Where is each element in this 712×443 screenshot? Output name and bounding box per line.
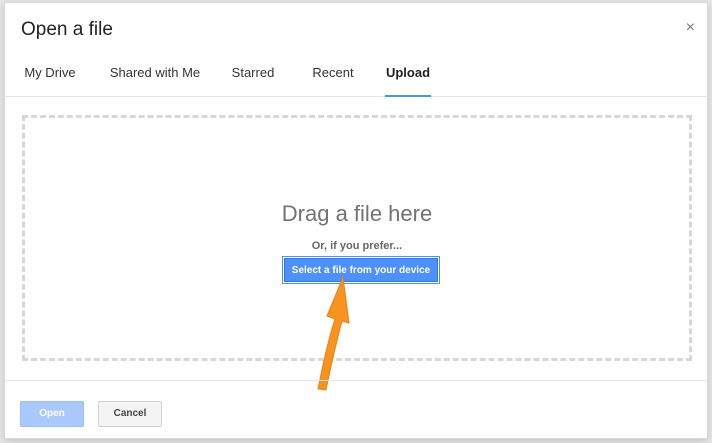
- prefer-text: Or, if you prefer...: [311, 240, 403, 252]
- tab-bar: My Drive Shared with Me Starred Recent U…: [5, 55, 707, 97]
- tab-recent[interactable]: Recent: [307, 55, 359, 97]
- close-icon[interactable]: ×: [686, 20, 695, 36]
- dialog-title: Open a file: [21, 19, 113, 40]
- cancel-button[interactable]: Cancel: [98, 401, 162, 427]
- tab-my-drive[interactable]: My Drive: [19, 55, 81, 97]
- drag-file-text: Drag a file here: [281, 201, 433, 226]
- open-button[interactable]: Open: [20, 401, 84, 427]
- file-drop-zone[interactable]: Drag a file here Or, if you prefer... Se…: [22, 115, 692, 361]
- arrow-up-icon: [317, 275, 350, 391]
- dialog-footer: Open Cancel: [5, 380, 707, 438]
- tab-starred[interactable]: Starred: [227, 55, 279, 97]
- tab-upload[interactable]: Upload: [385, 55, 431, 97]
- open-file-dialog: Open a file × My Drive Shared with Me St…: [4, 2, 708, 439]
- tab-shared-with-me[interactable]: Shared with Me: [105, 55, 205, 97]
